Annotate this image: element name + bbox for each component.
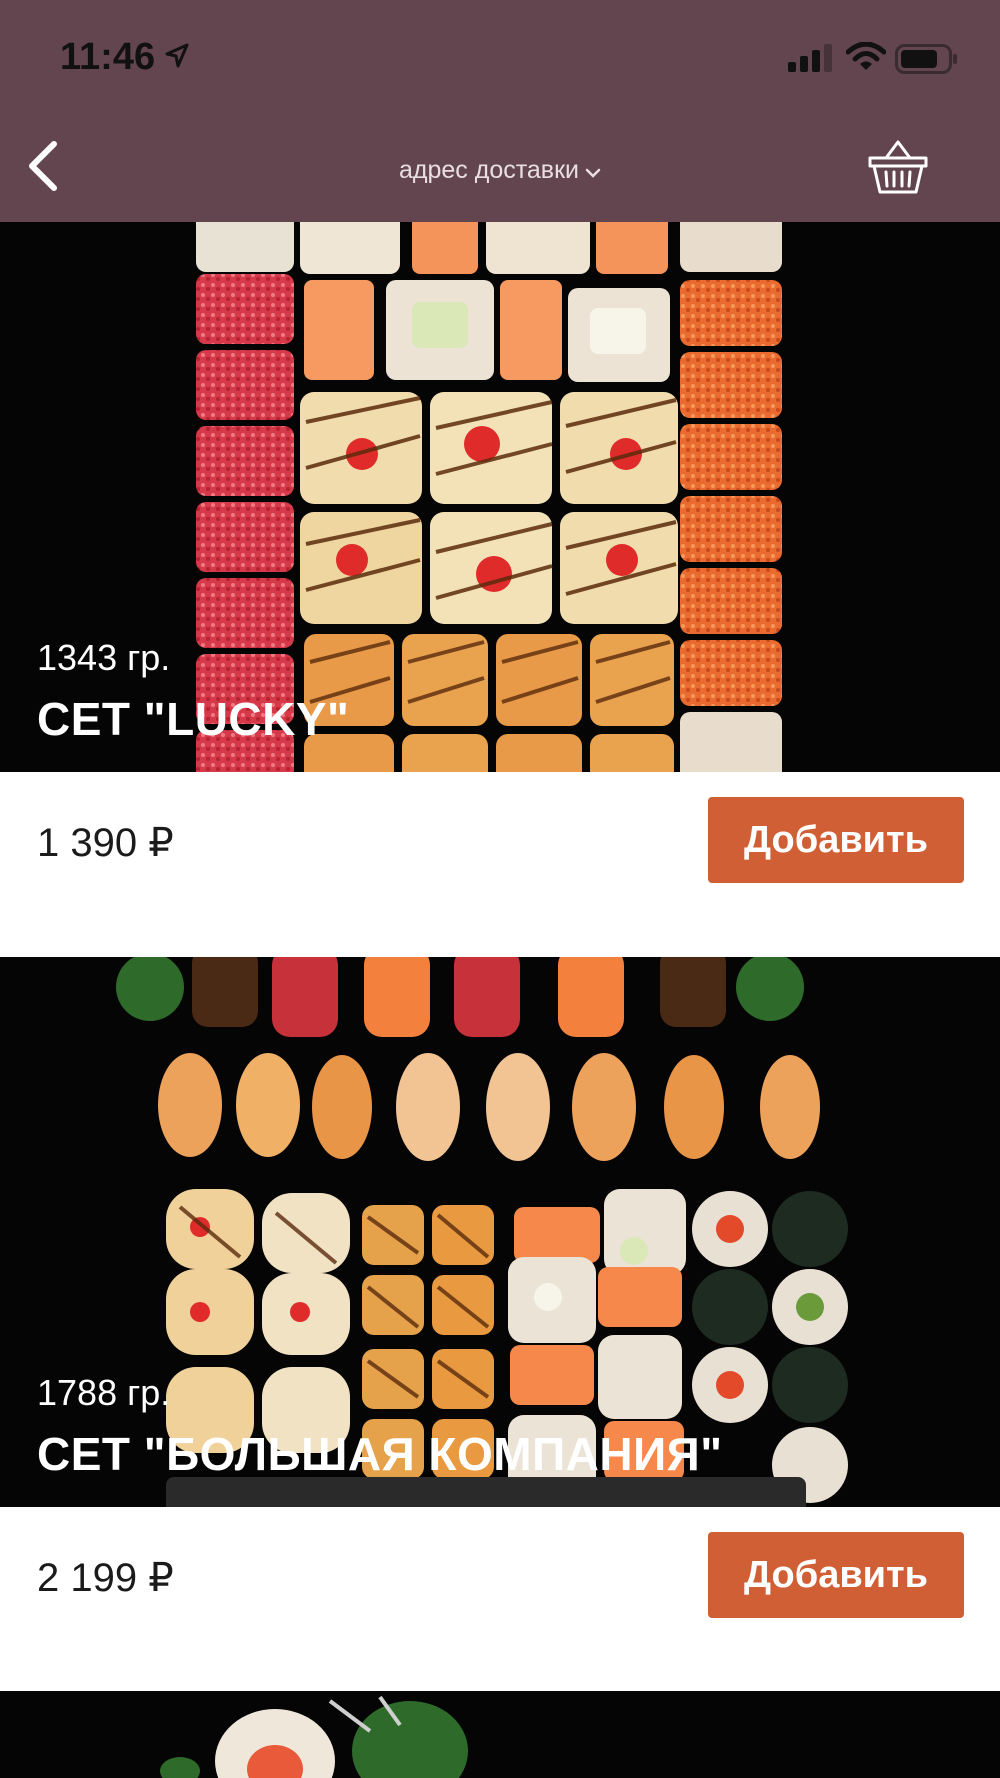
product-card[interactable]	[0, 1691, 1000, 1778]
signal-icon	[788, 44, 834, 77]
status-bar: 11:46	[0, 0, 1000, 110]
product-image: 1343 гр. СЕТ "LUCKY"	[0, 222, 1000, 772]
status-time: 11:46	[60, 36, 156, 78]
add-to-cart-button[interactable]: Добавить	[708, 1532, 964, 1618]
product-title: СЕТ "БОЛЬШАЯ КОМПАНИЯ"	[37, 1428, 723, 1480]
product-weight: 1343 гр.	[37, 637, 171, 678]
location-arrow-icon	[163, 42, 191, 75]
basket-icon	[868, 140, 928, 194]
product-price: 2 199 ₽	[37, 1556, 174, 1600]
product-image	[0, 1691, 1000, 1778]
product-card[interactable]: 1343 гр. СЕТ "LUCKY" 1 390 ₽ Добавить	[0, 222, 1000, 957]
product-title: СЕТ "LUCKY"	[37, 693, 350, 745]
delivery-address-label: адрес доставки	[399, 156, 579, 184]
add-to-cart-button[interactable]: Добавить	[708, 797, 964, 883]
product-price: 1 390 ₽	[37, 821, 174, 865]
delivery-address-button[interactable]: адрес доставки	[0, 156, 1000, 186]
product-image: 1788 гр. СЕТ "БОЛЬШАЯ КОМПАНИЯ"	[0, 957, 1000, 1507]
battery-icon	[895, 44, 959, 79]
product-weight: 1788 гр.	[37, 1372, 171, 1413]
product-card[interactable]: 1788 гр. СЕТ "БОЛЬШАЯ КОМПАНИЯ" 2 199 ₽ …	[0, 957, 1000, 1691]
cart-button[interactable]	[866, 138, 930, 198]
chevron-down-icon	[585, 157, 601, 186]
wifi-icon	[845, 41, 887, 77]
nav-bar: адрес доставки	[0, 110, 1000, 222]
